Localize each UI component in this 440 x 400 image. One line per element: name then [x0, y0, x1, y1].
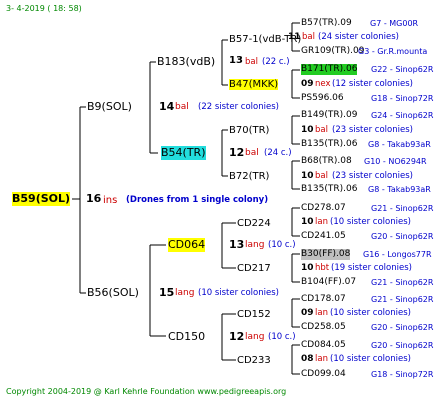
gen3-colony-id: B70(TR): [229, 125, 270, 136]
gen4-colony-id: B135(TR).06: [301, 184, 358, 194]
gen4-colony-ref: G18 - Sinop72R: [371, 94, 434, 103]
gen1-colony-mark: bal: [175, 102, 189, 112]
gen4-colony-ref: G21 - Sinop62R: [371, 295, 434, 304]
gen4-sister-note: (23 sister colonies): [332, 125, 413, 135]
gen4-sister-count: 11: [288, 32, 301, 42]
gen4-sister-count: 10: [301, 171, 314, 181]
gen2-colony-year: 12: [229, 330, 245, 343]
gen4-colony-ref: G21 - Sinop62R: [371, 278, 434, 287]
gen1-colony-id: B9(SOL): [87, 100, 132, 113]
gen3-colony-id: B72(TR): [229, 171, 270, 182]
gen4-colony-ref: G8 - Takab93aR: [368, 185, 431, 194]
gen4-colony-ref: G21 - Sinop62R: [371, 204, 434, 213]
root-colony-mark: ins: [103, 195, 118, 206]
gen4-colony-id: B135(TR).06: [301, 139, 358, 149]
gen3-colony-year: 13: [229, 55, 243, 66]
gen3-colony-id: CD217: [237, 263, 271, 274]
gen2-colony-year: 13: [229, 238, 245, 251]
gen4-sister-mark: bal: [302, 32, 315, 42]
gen4-sister-count: 10: [301, 217, 314, 227]
gen4-sister-count: 10: [301, 263, 314, 273]
gen4-sister-mark: bal: [315, 125, 328, 135]
gen4-sister-mark: bal: [315, 171, 328, 181]
gen4-sister-count: 09: [301, 79, 314, 89]
gen4-colony-id: B149(TR).09: [301, 110, 358, 120]
gen2-colony-id: B183(vdB): [157, 55, 216, 68]
gen4-colony-ref: G20 - Sinop62R: [371, 323, 434, 332]
gen4-colony-id: B57(TR).09: [301, 18, 352, 28]
gen4-sister-count: 09: [301, 308, 314, 318]
gen3-colony-note: (22 c.): [262, 57, 290, 67]
gen2-colony-note: (10 c.): [268, 332, 296, 342]
gen2-colony-note: (24 c.): [264, 148, 292, 158]
gen3-colony-mark: bal: [245, 57, 258, 67]
root-colony-year: 16: [86, 192, 102, 205]
gen4-sister-note: (12 sister colonies): [332, 79, 413, 89]
gen1-colony-year: 14: [159, 100, 175, 113]
gen3-colony-id: CD224: [237, 218, 271, 229]
gen4-colony-ref: G7 - MG00R: [370, 19, 419, 28]
gen4-sister-note: (10 sister colonies): [330, 354, 411, 364]
gen4-colony-id: B30(FF).08: [301, 249, 351, 260]
gen4-colony-id: CD258.05: [301, 322, 346, 332]
gen4-sister-note: (10 sister colonies): [330, 308, 411, 318]
gen4-colony-id: CD084.05: [301, 340, 346, 350]
gen4-colony-id: B104(FF).07: [301, 277, 357, 287]
gen2-colony-year: 12: [229, 146, 245, 159]
gen4-colony-ref: G16 - Longos77R: [363, 250, 432, 259]
gen4-sister-mark: lan: [315, 308, 328, 318]
gen4-sister-mark: nex: [315, 79, 331, 89]
gen2-colony-mark: lang: [245, 240, 265, 250]
gen1-colony-note: (10 sister colonies): [198, 288, 279, 298]
gen4-sister-note: (10 sister colonies): [330, 217, 411, 227]
gen4-sister-mark: lan: [315, 217, 328, 227]
gen2-colony-id: CD064: [168, 238, 206, 252]
gen4-sister-note: (24 sister colonies): [318, 32, 399, 42]
gen1-colony-id: B56(SOL): [87, 286, 139, 299]
date-stamp: 3- 4-2019 ( 18: 58): [6, 4, 82, 13]
gen4-colony-id: PS596.06: [301, 93, 344, 103]
gen4-colony-id: B68(TR).08: [301, 156, 352, 166]
gen4-sister-mark: hbt: [315, 263, 330, 273]
gen1-colony-note: (22 sister colonies): [198, 102, 279, 112]
pedigree-chart: 3- 4-2019 ( 18: 58) Copyright 2004-2019 …: [0, 0, 440, 400]
gen3-colony-id: CD152: [237, 309, 271, 320]
gen2-colony-id: CD150: [168, 330, 206, 343]
gen4-colony-id: CD178.07: [301, 294, 346, 304]
gen4-colony-ref: G3 - Gr.R.mounta: [358, 47, 428, 56]
gen4-colony-id: CD278.07: [301, 203, 346, 213]
gen3-colony-id: B47(MKK): [229, 79, 279, 90]
gen1-colony-year: 15: [159, 286, 175, 299]
gen2-colony-mark: lang: [245, 332, 265, 342]
gen4-colony-ref: G8 - Takab93aR: [368, 140, 431, 149]
gen4-colony-id: GR109(TR).09: [301, 46, 365, 56]
gen4-sister-note: (19 sister colonies): [331, 263, 412, 273]
gen4-colony-ref: G20 - Sinop62R: [371, 232, 434, 241]
gen4-colony-id: CD241.05: [301, 231, 346, 241]
gen4-sister-count: 08: [301, 354, 314, 364]
gen4-colony-ref: G18 - Sinop72R: [371, 370, 434, 379]
root-colony-note: (Drones from 1 single colony): [126, 195, 269, 205]
gen1-colony-mark: lang: [175, 288, 195, 298]
gen2-colony-id: B54(TR): [161, 146, 206, 160]
gen4-colony-id: CD099.04: [301, 369, 346, 379]
root-colony-id: B59(SOL): [12, 192, 71, 206]
gen4-sister-count: 10: [301, 125, 314, 135]
copyright-footer: Copyright 2004-2019 @ Karl Kehrle Founda…: [6, 387, 287, 396]
gen4-sister-mark: lan: [315, 354, 328, 364]
gen4-colony-ref: G10 - NO6294R: [364, 157, 427, 166]
gen4-colony-id: B171(TR).06: [301, 64, 358, 75]
gen3-colony-id: CD233: [237, 355, 271, 366]
gen4-colony-ref: G24 - Sinop62R: [371, 111, 434, 120]
gen2-colony-mark: bal: [245, 148, 259, 158]
gen4-colony-ref: G22 - Sinop62R: [371, 65, 434, 74]
gen2-colony-note: (10 c.): [268, 240, 296, 250]
gen4-sister-note: (23 sister colonies): [332, 171, 413, 181]
gen4-colony-ref: G20 - Sinop62R: [371, 341, 434, 350]
